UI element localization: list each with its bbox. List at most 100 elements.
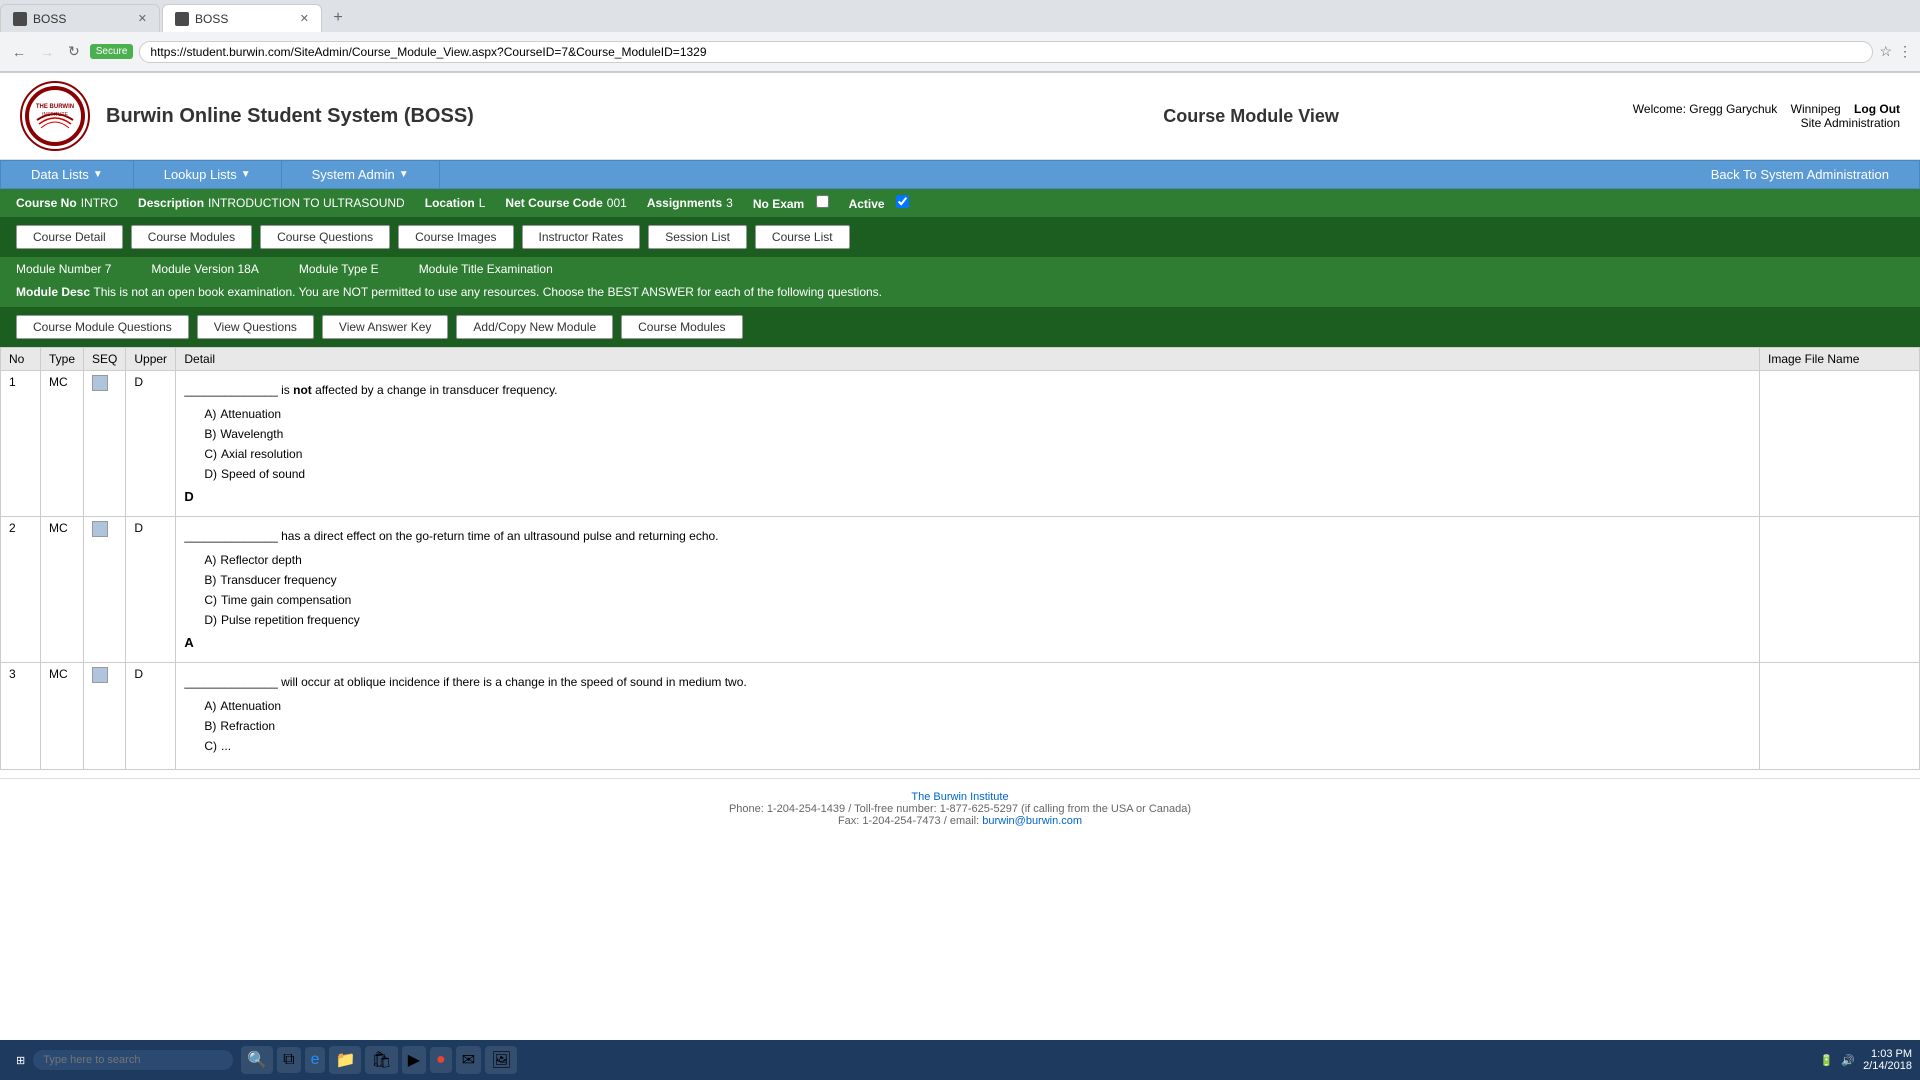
description-label: Description [138, 196, 204, 210]
site-title: Burwin Online Student System (BOSS) [106, 105, 869, 128]
seq-icon[interactable] [92, 375, 108, 391]
module-title-value: Examination [487, 262, 553, 276]
course-info-bar: Course No INTRO Description INTRODUCTION T… [0, 189, 1920, 217]
active-label: Active [849, 197, 885, 211]
tab-favicon-1 [13, 12, 27, 26]
course-module-questions-button[interactable]: Course Module Questions [16, 315, 189, 339]
question-no: 3 [1, 663, 41, 770]
table-row: 3MCD______________ will occur at oblique… [1, 663, 1920, 770]
module-desc-bar: Module Desc This is not an open book exa… [0, 281, 1920, 307]
nav-lookup-lists[interactable]: Lookup Lists ▼ [134, 161, 282, 188]
course-modules-button[interactable]: Course Modules [131, 225, 252, 249]
taskbar-app-photos[interactable]: 🖼 [485, 1046, 517, 1074]
settings-icon[interactable]: ⋮ [1898, 43, 1912, 60]
taskbar-app-mail[interactable]: ✉ [456, 1046, 481, 1074]
module-type-value: E [371, 262, 379, 276]
tab-1-label: BOSS [33, 12, 66, 26]
seq-icon[interactable] [92, 521, 108, 537]
course-modules-action-button[interactable]: Course Modules [621, 315, 742, 339]
question-upper: D [126, 371, 176, 517]
taskbar-app-media[interactable]: ▶ [402, 1046, 426, 1074]
instructor-rates-button[interactable]: Instructor Rates [522, 225, 641, 249]
course-no-label: Course No [16, 196, 77, 210]
description-value: INTRODUCTION TO ULTRASOUND [208, 196, 405, 210]
user-location: Winnipeg [1791, 102, 1841, 116]
table-row: 2MCD______________ has a direct effect o… [1, 517, 1920, 663]
module-desc-label: Module Desc [16, 285, 90, 299]
course-list-button[interactable]: Course List [755, 225, 850, 249]
course-images-button[interactable]: Course Images [398, 225, 513, 249]
session-list-button[interactable]: Session List [648, 225, 747, 249]
col-image-file-name: Image File Name [1760, 348, 1920, 371]
logout-link[interactable]: Log Out [1854, 102, 1900, 116]
view-answer-key-button[interactable]: View Answer Key [322, 315, 449, 339]
question-seq[interactable] [84, 517, 126, 663]
back-button[interactable]: ← [8, 42, 30, 62]
location-label: Location [425, 196, 475, 210]
footer: The Burwin Institute Phone: 1-204-254-14… [0, 778, 1920, 839]
svg-text:THE BURWIN: THE BURWIN [36, 104, 74, 110]
taskbar-app-chrome[interactable]: ● [430, 1047, 452, 1073]
add-copy-new-module-button[interactable]: Add/Copy New Module [456, 315, 613, 339]
taskbar-right: 🔋 🔊 1:03 PM 2/14/2018 [1820, 1048, 1912, 1072]
course-detail-button[interactable]: Course Detail [16, 225, 123, 249]
answer-option: C)... [204, 737, 1751, 755]
taskbar-icons: 🔍 ⧉ e 📁 🛍 ▶ ● ✉ 🖼 [241, 1046, 517, 1074]
col-seq: SEQ [84, 348, 126, 371]
bookmark-icon[interactable]: ☆ [1879, 43, 1892, 60]
no-exam-label: No Exam [753, 197, 804, 211]
page-title: Course Module View [869, 106, 1632, 127]
nav-system-admin-arrow: ▼ [399, 169, 409, 180]
secure-badge: Secure [90, 44, 134, 59]
assignments-value: 3 [726, 196, 733, 210]
taskbar-app-ie[interactable]: e [305, 1047, 326, 1073]
no-exam-checkbox[interactable] [816, 195, 829, 208]
course-no-value: INTRO [81, 196, 118, 210]
nav-system-admin[interactable]: System Admin ▼ [282, 161, 440, 188]
nav-lookup-lists-arrow: ▼ [241, 169, 251, 180]
nav-data-lists-arrow: ▼ [93, 169, 103, 180]
net-course-code-value: 001 [607, 196, 627, 210]
taskbar-app-task-view[interactable]: ⧉ [277, 1047, 300, 1073]
refresh-button[interactable]: ↻ [64, 41, 84, 62]
answer-option: A)Attenuation [204, 405, 1751, 423]
taskbar: ⊞ 🔍 ⧉ e 📁 🛍 ▶ ● ✉ 🖼 🔋 🔊 1:03 PM 2/14/201… [0, 1040, 1920, 1080]
forward-button[interactable]: → [36, 42, 58, 62]
taskbar-app-cortana[interactable]: 🔍 [241, 1046, 273, 1074]
course-questions-button[interactable]: Course Questions [260, 225, 390, 249]
question-detail: ______________ will occur at oblique inc… [176, 663, 1760, 770]
tab-2-close[interactable]: ✕ [300, 12, 309, 25]
correct-answer: A [184, 635, 1751, 650]
site-admin-label: Site Administration [1801, 116, 1900, 130]
questions-table: No Type SEQ Upper Detail Image File Name… [0, 347, 1920, 770]
view-questions-button[interactable]: View Questions [197, 315, 314, 339]
nav-back-to-system[interactable]: Back To System Administration [1681, 161, 1919, 188]
tab-1-close[interactable]: ✕ [138, 12, 147, 25]
welcome-label: Welcome: [1633, 102, 1686, 116]
taskbar-search[interactable] [33, 1050, 233, 1070]
module-number-value: 7 [105, 262, 112, 276]
question-no: 1 [1, 371, 41, 517]
tab-2[interactable]: BOSS ✕ [162, 4, 322, 32]
tab-1[interactable]: BOSS ✕ [0, 4, 160, 32]
question-image-file [1760, 663, 1920, 770]
footer-email-link[interactable]: burwin@burwin.com [982, 815, 1082, 827]
new-tab-button[interactable]: + [324, 4, 352, 32]
seq-icon[interactable] [92, 667, 108, 683]
start-button[interactable]: ⊞ [8, 1050, 33, 1071]
module-type-label: Module Type [299, 262, 368, 276]
question-type: MC [41, 663, 84, 770]
nav-data-lists[interactable]: Data Lists ▼ [1, 161, 134, 188]
active-checkbox[interactable] [896, 195, 909, 208]
question-seq[interactable] [84, 663, 126, 770]
header-right: Welcome: Gregg Garychuk Winnipeg Log Out… [1633, 102, 1900, 130]
col-type: Type [41, 348, 84, 371]
answer-option: D)Speed of sound [204, 465, 1751, 483]
question-seq[interactable] [84, 371, 126, 517]
taskbar-app-folder[interactable]: 📁 [329, 1046, 361, 1074]
logo: THE BURWIN INSTITUTE [20, 81, 90, 151]
taskbar-app-store[interactable]: 🛍 [365, 1046, 397, 1074]
url-bar[interactable] [139, 41, 1873, 63]
footer-org-link[interactable]: The Burwin Institute [911, 791, 1008, 803]
col-detail: Detail [176, 348, 1760, 371]
